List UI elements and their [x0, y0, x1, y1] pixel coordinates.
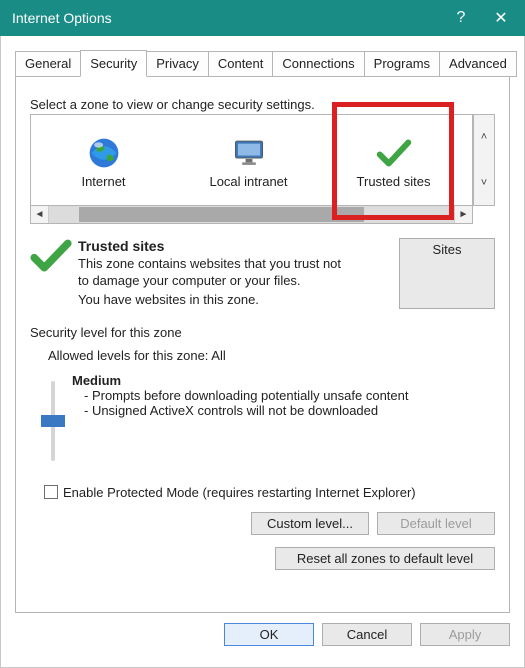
tab-advanced[interactable]: Advanced: [439, 51, 517, 77]
zone-list[interactable]: Internet Local intranet: [30, 114, 473, 206]
tab-privacy[interactable]: Privacy: [146, 51, 209, 77]
zone-horizontal-scrollbar[interactable]: ◄ ►: [30, 206, 473, 224]
tab-programs[interactable]: Programs: [364, 51, 440, 77]
check-icon: [374, 132, 414, 174]
title-bar: Internet Options ? ✕: [0, 0, 525, 36]
zone-desc-body1: This zone contains websites that you tru…: [78, 256, 348, 290]
zone-description: Trusted sites This zone contains website…: [78, 238, 395, 309]
dialog-body: General Security Privacy Content Connect…: [0, 36, 525, 668]
security-tab-panel: Select a zone to view or change security…: [15, 76, 510, 613]
custom-level-button[interactable]: Custom level...: [251, 512, 369, 535]
globe-icon: [86, 132, 122, 174]
scroll-thumb[interactable]: [79, 207, 364, 222]
zone-label: Trusted sites: [357, 174, 431, 189]
apply-button[interactable]: Apply: [420, 623, 510, 646]
sites-button[interactable]: Sites: [399, 238, 495, 309]
zone-vertical-scrollbar[interactable]: ˄ ˅: [473, 114, 495, 206]
security-level-description: Medium - Prompts before downloading pote…: [68, 373, 495, 461]
zone-label: Local intranet: [209, 174, 287, 189]
scroll-left-arrow-icon[interactable]: ◄: [31, 206, 49, 223]
zone-description-row: Trusted sites This zone contains website…: [30, 238, 495, 309]
zone-trusted-sites[interactable]: Trusted sites: [321, 115, 466, 205]
level-line-1: - Prompts before downloading potentially…: [84, 388, 495, 403]
zone-internet[interactable]: Internet: [31, 115, 176, 205]
zone-label: Internet: [81, 174, 125, 189]
zone-local-intranet[interactable]: Local intranet: [176, 115, 321, 205]
security-level-slider[interactable]: [51, 381, 55, 461]
security-level-slider-area: Medium - Prompts before downloading pote…: [38, 373, 495, 461]
tab-security[interactable]: Security: [80, 50, 147, 77]
tab-strip: General Security Privacy Content Connect…: [15, 50, 510, 77]
close-button[interactable]: ✕: [481, 0, 521, 36]
zone-desc-body2: You have websites in this zone.: [78, 292, 389, 309]
level-buttons-row: Custom level... Default level: [30, 512, 495, 535]
zone-instruction: Select a zone to view or change security…: [30, 97, 495, 112]
protected-mode-label: Enable Protected Mode (requires restarti…: [63, 485, 416, 500]
close-icon: ✕: [494, 8, 507, 28]
scroll-down-arrow-icon[interactable]: ˅: [474, 161, 494, 205]
scroll-up-arrow-icon[interactable]: ˄: [474, 115, 494, 159]
big-check-icon: [30, 238, 78, 309]
ok-button[interactable]: OK: [224, 623, 314, 646]
help-button[interactable]: ?: [441, 0, 481, 36]
checkbox-icon[interactable]: [44, 485, 58, 499]
cancel-button[interactable]: Cancel: [322, 623, 412, 646]
zone-desc-title: Trusted sites: [78, 238, 389, 254]
reset-row: Reset all zones to default level: [30, 547, 495, 570]
slider-thumb[interactable]: [41, 415, 65, 427]
reset-all-zones-button[interactable]: Reset all zones to default level: [275, 547, 495, 570]
zone-selector-area: Internet Local intranet: [30, 114, 495, 224]
security-level-heading: Security level for this zone: [30, 325, 495, 340]
dialog-footer-buttons: OK Cancel Apply: [15, 623, 510, 646]
window-title: Internet Options: [12, 10, 441, 26]
level-line-2: - Unsigned ActiveX controls will not be …: [84, 403, 495, 418]
level-name: Medium: [72, 373, 495, 388]
protected-mode-checkbox-row[interactable]: Enable Protected Mode (requires restarti…: [44, 485, 495, 500]
scroll-track[interactable]: [49, 206, 454, 223]
help-icon: ?: [457, 9, 466, 27]
default-level-button[interactable]: Default level: [377, 512, 495, 535]
tab-connections[interactable]: Connections: [272, 51, 364, 77]
tab-content[interactable]: Content: [208, 51, 274, 77]
allowed-levels-label: Allowed levels for this zone: All: [48, 348, 495, 363]
monitor-icon: [232, 132, 266, 174]
scroll-right-arrow-icon[interactable]: ►: [454, 206, 472, 223]
tab-general[interactable]: General: [15, 51, 81, 77]
